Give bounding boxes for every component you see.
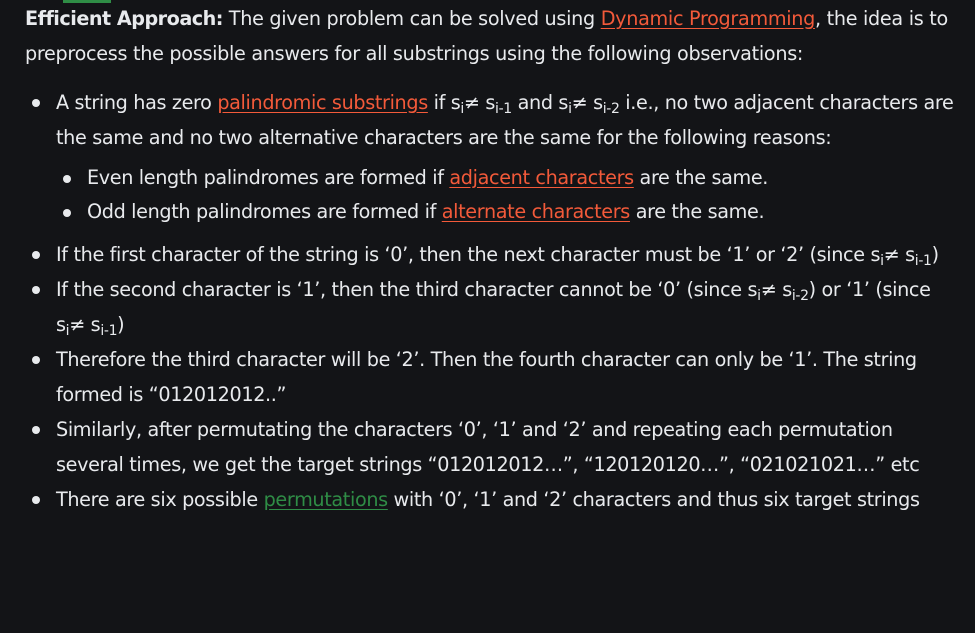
b2-text: ) [931,243,939,266]
sub1-text: are the same. [633,166,769,189]
b2-text: ≠ s [883,243,915,266]
subscript: i-1 [100,323,118,339]
article-content: Efficient Approach: The given problem ca… [25,1,965,517]
list-item: There are six possible permutations with… [25,482,965,517]
link-permutations[interactable]: permutations [264,488,389,511]
b3-text: ≠ s [69,313,101,336]
b1-text: if s [427,91,461,114]
reasons-sublist: Even length palindromes are formed if ad… [56,161,965,229]
list-item: A string has zero palindromic substrings… [25,85,965,229]
b6-text: There are six possible [56,488,264,511]
link-dynamic-programming[interactable]: Dynamic Programming [601,7,816,30]
link-alternate-characters[interactable]: alternate characters [442,200,631,223]
b1-text: ≠ s [463,91,496,114]
b6-text: with ‘0’, ‘1’ and ‘2’ characters and thu… [387,488,920,511]
subscript: i-1 [914,253,932,269]
list-item: Therefore the third character will be ‘2… [25,342,965,412]
sub2-text: Odd length palindromes are formed if [87,200,442,223]
list-item: If the first character of the string is … [25,237,965,272]
b3-text: ≠ s [760,278,792,301]
link-adjacent-characters[interactable]: adjacent characters [449,166,634,189]
sub1-text: Even length palindromes are formed if [87,166,450,189]
subscript: i-2 [602,101,620,117]
observations-list: A string has zero palindromic substrings… [25,85,965,517]
intro-bold-heading: Efficient Approach: [25,7,223,30]
intro-paragraph: Efficient Approach: The given problem ca… [25,1,965,71]
b1-text: A string has zero [56,91,218,114]
list-item: Similarly, after permutating the charact… [25,412,965,482]
sub2-text: are the same. [629,200,765,223]
intro-text: The given problem can be solved using [222,7,601,30]
b3-text: If the second character is ‘1’, then the… [56,278,758,301]
b3-text: ) [117,313,125,336]
b1-text: ≠ s [571,91,603,114]
subscript: i-2 [791,288,809,304]
b2-text: If the first character of the string is … [56,243,881,266]
sublist-item: Even length palindromes are formed if ad… [56,161,965,195]
list-item: If the second character is ‘1’, then the… [25,272,965,342]
subscript: i-1 [495,101,512,117]
link-palindromic-substrings[interactable]: palindromic substrings [217,91,428,114]
b1-text: and s [511,91,569,114]
sublist-item: Odd length palindromes are formed if alt… [56,195,965,229]
